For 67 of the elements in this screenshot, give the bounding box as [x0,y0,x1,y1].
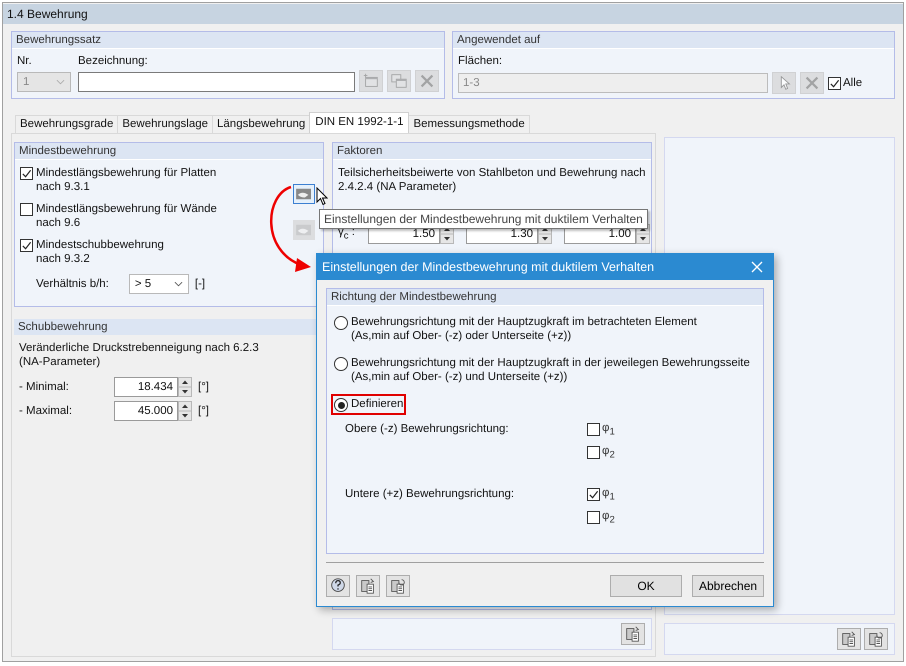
group-title: Faktoren [333,143,651,160]
help-icon[interactable] [326,575,350,597]
group-title: Bewehrungssatz [12,32,444,49]
checkbox[interactable] [828,76,841,90]
checkbox-label: Mindestschubbewehrung [36,238,164,252]
checkbox[interactable] [20,167,33,180]
chevron-down-icon [174,281,183,287]
spinner-arrows-icon[interactable] [178,377,192,397]
checkbox[interactable] [20,203,33,216]
settings-icon[interactable] [293,184,315,204]
cancel-button[interactable]: Abbrechen [692,575,764,597]
checkbox-label: φ$_{2}$ [602,510,615,526]
name-field[interactable] [78,72,355,92]
database-import-icon[interactable] [386,575,410,597]
ok-button[interactable]: OK [610,575,682,597]
chevron-down-icon [56,79,65,85]
field-label: Nr. [17,54,33,69]
field-label: Flächen: [458,54,504,69]
database-export-icon[interactable] [621,623,645,645]
group-title: Mindestbewehrung [15,143,323,160]
description-text: Veränderliche Druckstrebenneigung nach 6.2.3 (NA-Parameter) [19,341,260,369]
tooltip: Einstellungen der Mindestbewehrung mit duktilem Verhalten [319,209,648,229]
checkbox-label: φ$_{1}$ [602,422,615,438]
database-export-icon[interactable] [837,628,861,650]
description-text: Teilsicherheitsbeiwerte von Stahlbeton und Bewehrung nach 2.4.2.4 (NA Parameter) [338,166,646,194]
checkbox-label: Mindestlängsbewehrung für Platten [36,166,216,180]
pointer-icon[interactable] [772,72,796,94]
checkbox[interactable] [587,446,600,460]
field-label: - Maximal: [19,405,74,417]
number-field[interactable]: 18.434 [114,377,178,397]
reference-text: nach 9.3.1 [36,180,91,194]
checkbox-label: Alle [843,77,862,89]
checkbox-label: φ$_{2}$ [602,445,615,461]
unit-label: [°] [198,405,209,417]
mouse-pointer-icon [316,187,328,206]
radio-option[interactable]: Bewehrungsrichtung mit der Hauptzugkraft im betrachteten Element (As,min auf Ober- (-z) oder Unterseite (+z)) [331,312,700,346]
radio-option[interactable]: Bewehrungsrichtung mit der Hauptzugkraft in der jeweilegen Bewehrungsseite (As,min auf Ober- (-z) und Unterseite (+z)) [331,353,753,387]
checkbox-label: φ$_{1}$ [602,486,615,502]
window-title: 1.4 Bewehrung [3,4,903,24]
reference-text: nach 9.6 [36,216,82,230]
dialog-title: Einstellungen der Mindestbewehrung mit duktilem Verhalten [322,260,654,274]
checkbox[interactable] [587,511,600,524]
tab[interactable]: Bewehrungsgrade [15,115,118,133]
ratio-dropdown[interactable]: > 5 [128,274,189,294]
checkbox[interactable] [587,423,600,436]
close-icon[interactable] [751,261,763,273]
database-import-icon[interactable] [864,628,888,650]
field-label: Untere (+z) Bewehrungsrichtung: [345,486,516,502]
tab[interactable]: DIN EN 1992-1-1 [309,112,410,133]
radio-option[interactable]: Definieren [331,394,406,415]
database-export-icon[interactable] [356,575,380,597]
checkbox-label: Mindestlängsbewehrung für Wände [36,202,217,216]
reference-text: nach 9.3.2 [36,252,91,266]
checkbox[interactable] [20,239,33,252]
unit-label: [-] [194,278,206,290]
field-label: Verhältnis b/h: [36,278,109,290]
field-label: - Minimal: [19,381,70,393]
spinner-arrows-icon[interactable] [178,401,192,421]
group-title: Richtung der Mindestbewehrung [327,289,763,306]
factor-label: γ$_{c}$ : [338,226,356,242]
checkbox[interactable] [587,488,600,501]
number-field[interactable]: 45.000 [114,401,178,421]
group-title: Angewendet auf [453,32,894,49]
tab[interactable]: Bemessungsmethode [408,115,530,133]
field-label: Bezeichnung: [78,54,149,69]
field-label: Obere (-z) Bewehrungsrichtung: [345,422,510,437]
unit-label: [°] [198,381,209,393]
